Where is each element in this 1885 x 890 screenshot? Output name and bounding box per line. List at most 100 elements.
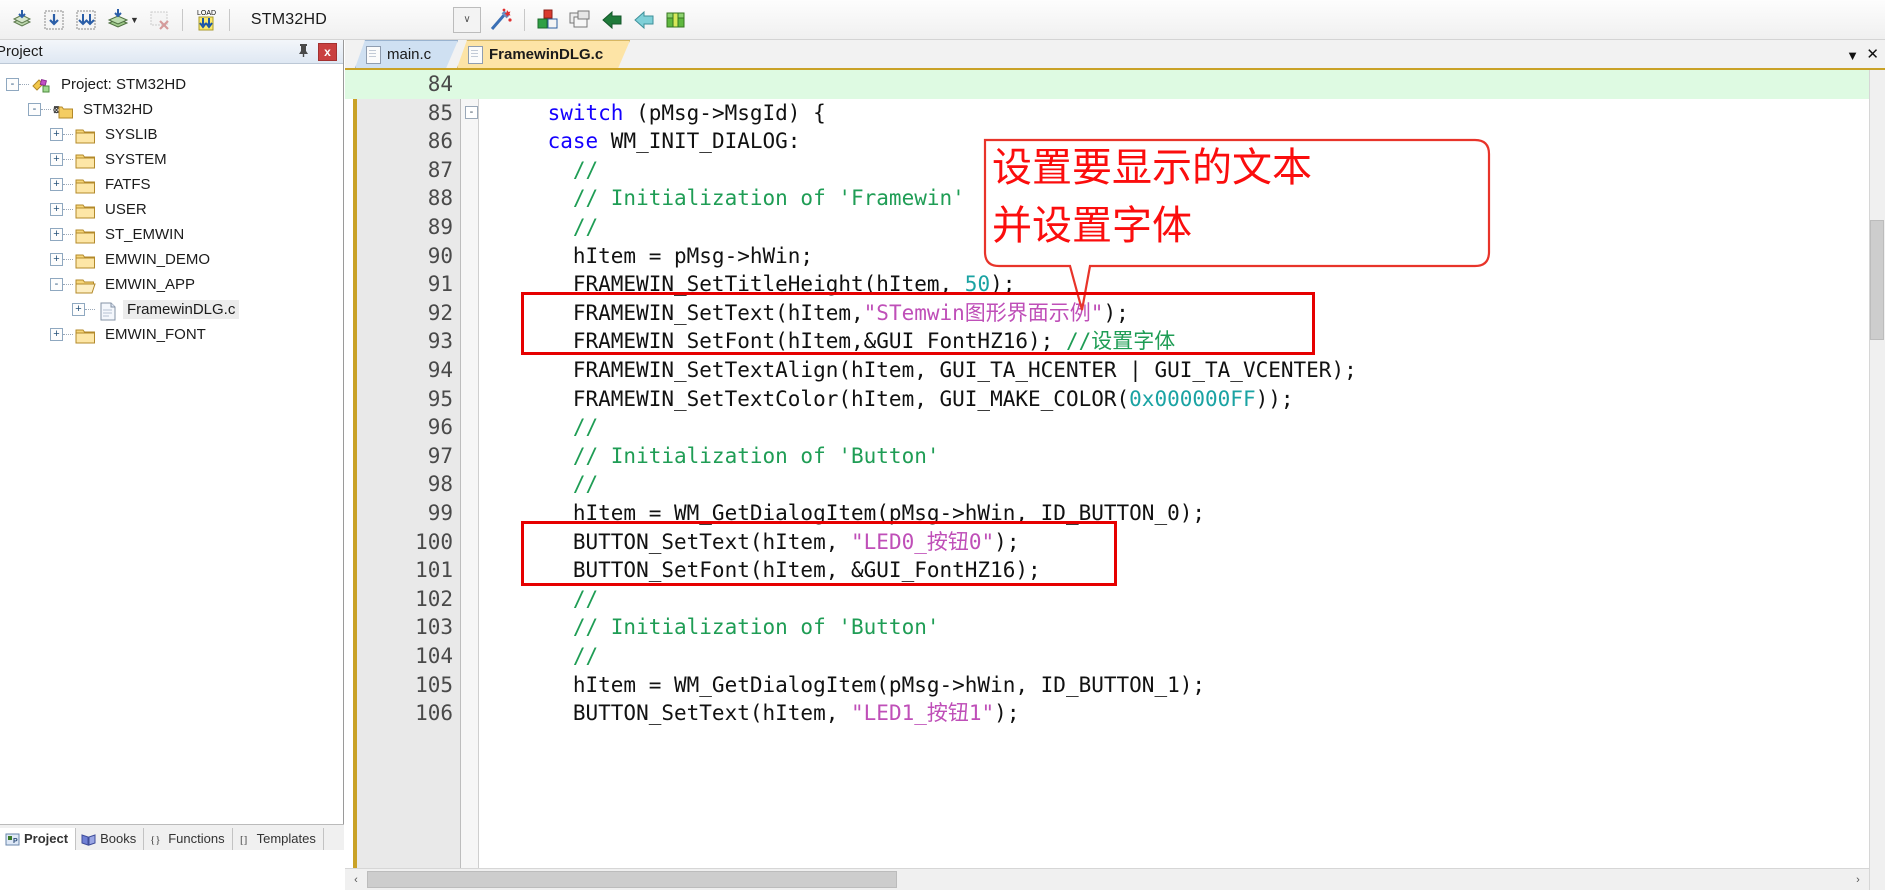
expand-toggle-icon[interactable]: + bbox=[50, 203, 63, 216]
code-editor[interactable]: 84 85 switch (pMsg->MsgId) {-86 case WM_I… bbox=[345, 70, 1885, 890]
bookmark-green-icon[interactable] bbox=[628, 4, 660, 36]
editor-horizontal-scrollbar[interactable]: ‹ › bbox=[345, 868, 1869, 890]
panel-tab-templates[interactable]: [] Templates bbox=[233, 828, 324, 850]
code-line[interactable]: 94 FRAMEWIN_SetTextAlign(hItem, GUI_TA_H… bbox=[345, 356, 1885, 385]
document-tab-main-c[interactable]: main.c bbox=[355, 40, 458, 68]
panel-tab-books[interactable]: Books bbox=[76, 828, 145, 850]
expand-toggle-icon[interactable]: + bbox=[50, 253, 63, 266]
code-line[interactable]: 97 // Initialization of 'Button' bbox=[345, 442, 1885, 471]
debug-start-icon[interactable] bbox=[38, 4, 70, 36]
code-line[interactable]: 92 FRAMEWIN_SetText(hItem,"STemwin图形界面示例… bbox=[345, 299, 1885, 328]
bookmark-blue-icon[interactable] bbox=[596, 4, 628, 36]
line-code: // bbox=[572, 215, 599, 239]
expand-toggle-icon[interactable]: + bbox=[50, 328, 63, 341]
code-line[interactable]: 84 bbox=[345, 70, 1885, 99]
tree-item-user[interactable]: + USER bbox=[0, 197, 343, 222]
expand-toggle-icon[interactable]: + bbox=[50, 178, 63, 191]
load-icon[interactable]: LOAD bbox=[190, 4, 222, 36]
close-document-icon[interactable]: ✕ bbox=[1866, 45, 1879, 63]
line-number: 102 bbox=[415, 586, 453, 611]
tree-item-project-stm32hd[interactable]: - Project: STM32HD bbox=[0, 72, 343, 97]
code-line[interactable]: 87 // bbox=[345, 156, 1885, 185]
code-line[interactable]: 85 switch (pMsg->MsgId) {- bbox=[345, 99, 1885, 128]
auto-hide-pin-icon[interactable] bbox=[297, 43, 310, 60]
target-select-dropdown[interactable]: ∨ bbox=[453, 6, 482, 33]
remove-icon[interactable] bbox=[143, 4, 175, 36]
code-line[interactable]: 90 hItem = pMsg->hWin; bbox=[345, 242, 1885, 271]
panel-tab-project[interactable]: P Project bbox=[0, 828, 77, 850]
code-line[interactable]: 102 // bbox=[345, 585, 1885, 614]
code-line[interactable]: 93 FRAMEWIN_SetFont(hItem,&GUI_FontHZ16)… bbox=[345, 327, 1885, 356]
expand-toggle-icon[interactable]: + bbox=[50, 128, 63, 141]
line-code: // bbox=[572, 586, 599, 611]
code-line[interactable]: 86 case WM_INIT_DIALOG: bbox=[345, 127, 1885, 156]
download-to-flash-icon[interactable] bbox=[6, 4, 38, 36]
tree-connector bbox=[41, 109, 51, 110]
tree-connector bbox=[63, 184, 73, 185]
debug-stop-icon[interactable] bbox=[70, 4, 102, 36]
tree-connector bbox=[19, 84, 29, 85]
code-line[interactable]: 96 // bbox=[345, 413, 1885, 442]
collapse-toggle-icon[interactable]: - bbox=[28, 103, 41, 116]
line-code: // Initialization of 'Framewin' bbox=[572, 186, 965, 211]
tree-connector bbox=[63, 284, 73, 285]
line-number: 89 bbox=[427, 215, 453, 239]
collapse-toggle-icon[interactable]: - bbox=[6, 78, 19, 91]
code-line[interactable]: 106 BUTTON_SetText(hItem, "LED1_按钮1"); bbox=[345, 699, 1885, 728]
code-line[interactable]: 100 BUTTON_SetText(hItem, "LED0_按钮0"); bbox=[345, 528, 1885, 557]
tree-item-emwin-font[interactable]: + EMWIN_FONT bbox=[0, 322, 343, 347]
tree-item-framewindlg-c[interactable]: + FramewinDLG.c bbox=[0, 297, 343, 322]
document-tab-label: main.c bbox=[387, 46, 432, 63]
tree-item-stm32hd[interactable]: - STM32HD bbox=[0, 97, 343, 122]
tree-item-emwin-demo[interactable]: + EMWIN_DEMO bbox=[0, 247, 343, 272]
code-line[interactable]: 88 // Initialization of 'Framewin' bbox=[345, 184, 1885, 213]
tree-connector bbox=[63, 234, 73, 235]
vscroll-thumb[interactable] bbox=[1870, 220, 1884, 340]
project-tree: - Project: STM32HD - STM32HD + SYSLIB + SYSTEM +… bbox=[0, 64, 343, 347]
expand-toggle-icon[interactable]: + bbox=[72, 303, 85, 316]
tree-item-fatfs[interactable]: + FATFS bbox=[0, 172, 343, 197]
code-line[interactable]: 89 // bbox=[345, 213, 1885, 242]
collapse-toggle-icon[interactable]: - bbox=[50, 278, 63, 291]
scroll-left-icon[interactable]: ‹ bbox=[345, 869, 367, 890]
editor-vertical-scrollbar[interactable] bbox=[1869, 70, 1885, 890]
expand-toggle-icon[interactable]: + bbox=[50, 228, 63, 241]
toolbar-separator-2 bbox=[228, 8, 230, 31]
target-select-label[interactable]: STM32HD bbox=[251, 11, 327, 29]
fold-toggle-icon[interactable]: - bbox=[465, 105, 478, 119]
c-file-icon bbox=[468, 46, 482, 63]
manage-windows-icon[interactable] bbox=[564, 4, 596, 36]
line-number: 94 bbox=[427, 358, 453, 382]
line-number: 87 bbox=[427, 157, 453, 182]
project-icon bbox=[31, 76, 53, 94]
code-line[interactable]: 91 FRAMEWIN_SetTitleHeight(hItem, 50); bbox=[345, 270, 1885, 299]
expand-toggle-icon[interactable]: + bbox=[50, 153, 63, 166]
code-line[interactable]: 101 BUTTON_SetFont(hItem, &GUI_FontHZ16)… bbox=[345, 556, 1885, 585]
tree-item-st-emwin[interactable]: + ST_EMWIN bbox=[0, 222, 343, 247]
line-number: 106 bbox=[415, 701, 453, 726]
tree-item-syslib[interactable]: + SYSLIB bbox=[0, 122, 343, 147]
scroll-right-icon[interactable]: › bbox=[1847, 869, 1869, 890]
code-line[interactable]: 95 FRAMEWIN_SetTextColor(hItem, GUI_MAKE… bbox=[345, 385, 1885, 414]
toolbar-separator-3 bbox=[524, 8, 526, 31]
code-line[interactable]: 99 hItem = WM_GetDialogItem(pMsg->hWin, … bbox=[345, 499, 1885, 528]
batch-build-icon[interactable] bbox=[102, 4, 134, 36]
code-line[interactable]: 103 // Initialization of 'Button' bbox=[345, 613, 1885, 642]
target-options-icon[interactable] bbox=[532, 4, 564, 36]
line-number: 104 bbox=[415, 644, 453, 668]
panel-tab-functions[interactable]: {} Functions bbox=[144, 828, 233, 850]
document-tab-framewindlg-c[interactable]: FramewinDLG.c bbox=[457, 40, 630, 68]
tree-item-emwin-app[interactable]: - EMWIN_APP bbox=[0, 272, 343, 297]
hscroll-track[interactable] bbox=[367, 869, 1847, 890]
pack-installer-icon[interactable] bbox=[660, 4, 692, 36]
chevron-down-icon[interactable]: ▼ bbox=[1846, 48, 1859, 63]
magic-wand-icon[interactable] bbox=[485, 4, 517, 36]
close-icon[interactable]: x bbox=[318, 42, 337, 61]
code-line[interactable]: 105 hItem = WM_GetDialogItem(pMsg->hWin,… bbox=[345, 671, 1885, 700]
code-line[interactable]: 98 // bbox=[345, 470, 1885, 499]
tree-item-system[interactable]: + SYSTEM bbox=[0, 147, 343, 172]
folder-open-icon bbox=[75, 276, 97, 294]
code-line[interactable]: 104 // bbox=[345, 642, 1885, 671]
c-file-icon bbox=[366, 46, 380, 63]
hscroll-thumb[interactable] bbox=[367, 871, 897, 888]
